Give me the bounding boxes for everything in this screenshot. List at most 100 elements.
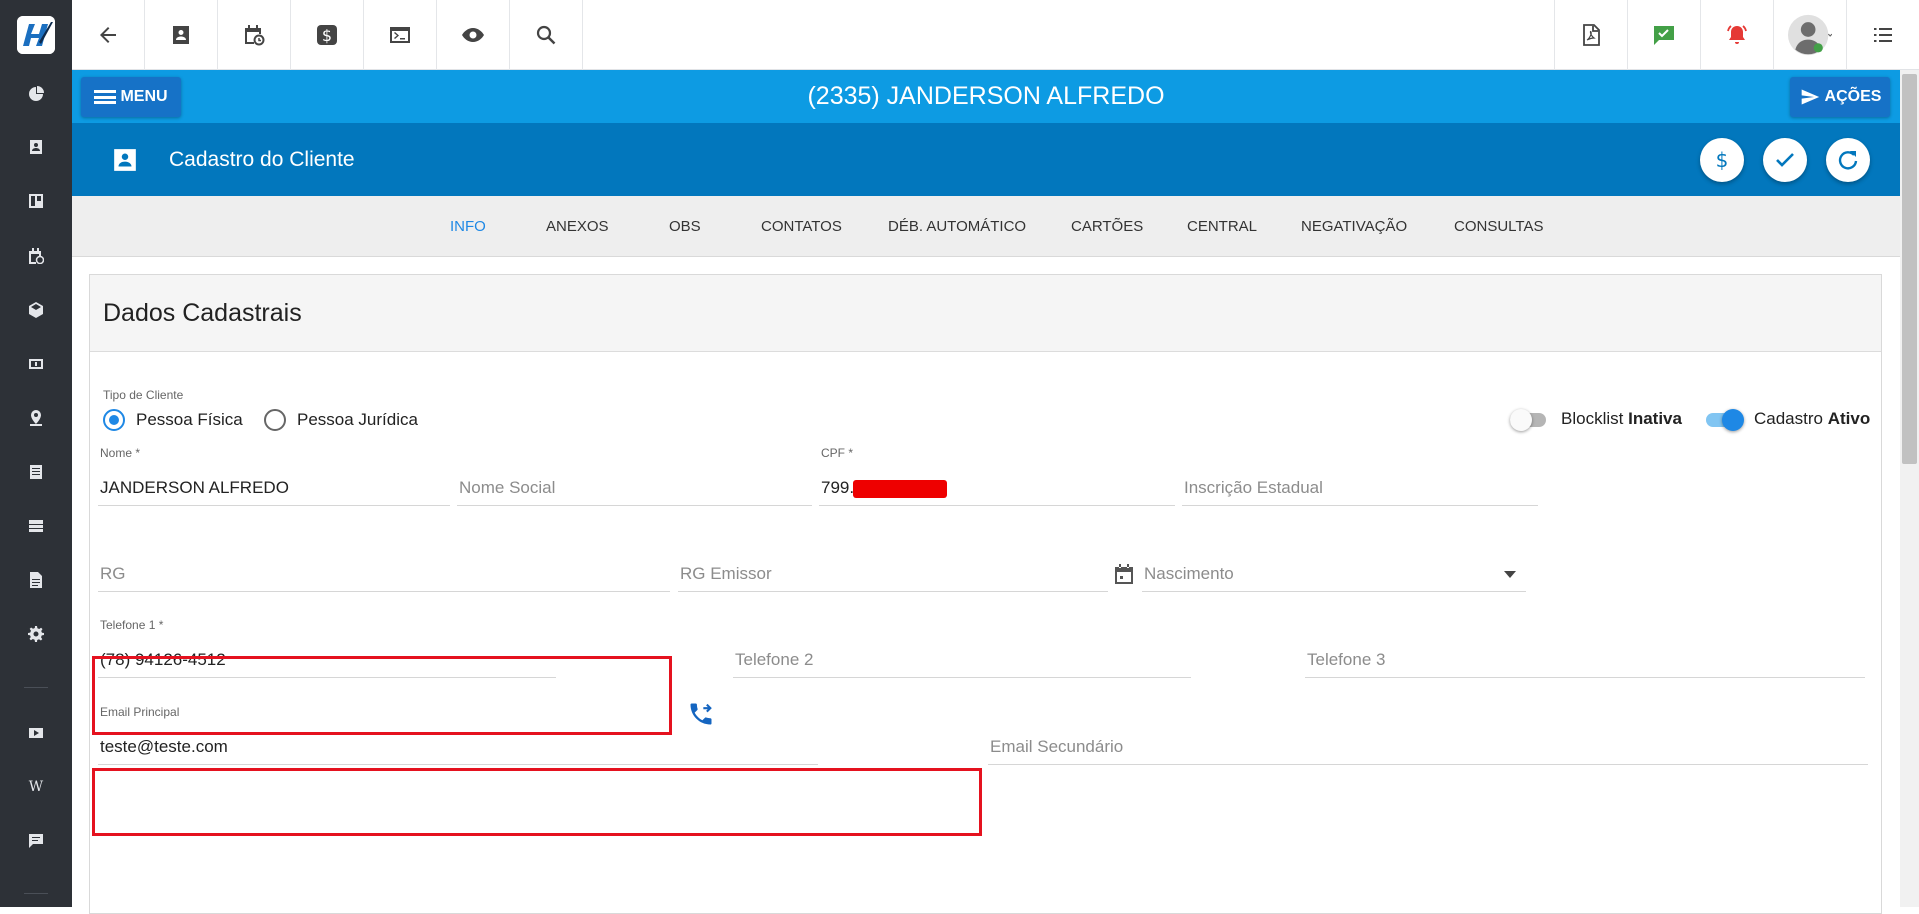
- terminal-icon[interactable]: [364, 0, 437, 70]
- tab-anexos[interactable]: ANEXOS: [546, 196, 609, 257]
- chat-icon[interactable]: [24, 829, 48, 853]
- cpf-field: CPF *: [819, 446, 1175, 506]
- svg-text:$: $: [322, 26, 332, 45]
- alarm-bell-icon[interactable]: [1700, 0, 1773, 70]
- contact-card-icon: [114, 149, 136, 171]
- pdf-icon[interactable]: [1554, 0, 1627, 70]
- section-title: Dados Cadastrais: [103, 299, 302, 327]
- email-secundario-input[interactable]: [988, 734, 1868, 760]
- toggle-knob: [1510, 409, 1532, 431]
- actions-button-label: AÇÕES: [1824, 88, 1882, 105]
- cadastro-toggle[interactable]: [1706, 408, 1744, 431]
- board-icon[interactable]: [24, 189, 48, 213]
- save-button[interactable]: [1763, 138, 1807, 182]
- contact-card-icon[interactable]: [145, 0, 218, 70]
- tab-negativacao[interactable]: NEGATIVAÇÃO: [1301, 196, 1407, 257]
- redaction-mark: [853, 480, 947, 498]
- tab-debito-automatico[interactable]: DÉB. AUTOMÁTICO: [888, 196, 1026, 257]
- hamburger-icon: [94, 90, 117, 104]
- contacts-icon[interactable]: [24, 135, 48, 159]
- section-header-title: Cadastro do Cliente: [169, 148, 355, 171]
- refresh-icon: [1838, 151, 1858, 170]
- nascimento-field: [1142, 532, 1526, 592]
- tab-consultas[interactable]: CONSULTAS: [1454, 196, 1543, 257]
- tab-obs[interactable]: OBS: [669, 196, 701, 257]
- page-title: (2335) JANDERSON ALFREDO: [807, 82, 1165, 110]
- dollar-icon[interactable]: $: [291, 0, 364, 70]
- rg-emissor-input[interactable]: [678, 561, 1108, 587]
- blocklist-state: Inativa: [1628, 409, 1682, 428]
- radio-pessoa-fisica[interactable]: [103, 409, 125, 431]
- box-icon[interactable]: [24, 298, 48, 322]
- top-toolbar: $: [72, 0, 1919, 70]
- email-principal-input[interactable]: [98, 734, 818, 760]
- eye-icon[interactable]: [437, 0, 510, 70]
- nome-social-input[interactable]: [457, 475, 812, 501]
- card-header: Dados Cadastrais: [90, 275, 1881, 352]
- dashboard-icon[interactable]: [24, 82, 48, 106]
- menu-button[interactable]: MENU: [81, 77, 181, 117]
- highlight-box-telefone: [92, 656, 672, 735]
- left-sidebar: W: [0, 0, 72, 907]
- rg-input[interactable]: [98, 561, 670, 587]
- cadastro-text: Cadastro: [1754, 409, 1823, 428]
- nome-label: Nome *: [100, 446, 141, 460]
- gear-icon[interactable]: [24, 622, 48, 646]
- back-arrow-icon[interactable]: [72, 0, 145, 70]
- radio-pessoa-juridica[interactable]: [264, 409, 286, 431]
- telefone2-input[interactable]: [733, 647, 1191, 673]
- send-icon: [1801, 89, 1819, 105]
- toggle-knob: [1722, 409, 1744, 431]
- rg-field: [98, 532, 670, 592]
- tab-info[interactable]: INFO: [450, 196, 486, 257]
- document-icon[interactable]: [24, 568, 48, 592]
- pessoa-juridica-label[interactable]: Pessoa Jurídica: [297, 410, 418, 430]
- menu-button-label: MENU: [120, 88, 168, 105]
- financial-button[interactable]: $: [1700, 138, 1744, 182]
- tab-central[interactable]: CENTRAL: [1187, 196, 1257, 257]
- inscricao-estadual-input[interactable]: [1182, 475, 1538, 501]
- svg-text:$: $: [1716, 148, 1729, 172]
- scrollbar-thumb[interactable]: [1902, 74, 1917, 464]
- page-scrollbar[interactable]: [1900, 70, 1919, 907]
- wiki-icon[interactable]: W: [24, 775, 48, 799]
- telefone3-field: [1305, 618, 1865, 678]
- sidebar-divider: [24, 893, 48, 894]
- location-icon[interactable]: [24, 406, 48, 430]
- dollar-icon: $: [1716, 148, 1729, 172]
- list-icon[interactable]: [24, 460, 48, 484]
- telefone3-input[interactable]: [1305, 647, 1865, 673]
- list-menu-icon[interactable]: [1846, 0, 1919, 70]
- nome-social-field: [457, 446, 812, 506]
- nome-input[interactable]: [98, 475, 450, 501]
- tipo-cliente-label: Tipo de Cliente: [103, 388, 184, 402]
- email-secundario-field: [988, 705, 1868, 765]
- sub-header: Cadastro do Cliente $: [72, 123, 1900, 196]
- logo-icon[interactable]: [17, 16, 55, 54]
- cpf-label: CPF *: [821, 446, 854, 460]
- tab-contatos[interactable]: CONTATOS: [761, 196, 842, 257]
- video-icon[interactable]: [24, 721, 48, 745]
- server-icon[interactable]: [24, 514, 48, 538]
- pessoa-fisica-label[interactable]: Pessoa Física: [136, 410, 243, 430]
- rg-emissor-field: [678, 532, 1108, 592]
- blocklist-label: Blocklist Inativa: [1561, 409, 1682, 429]
- cadastro-label: Cadastro Ativo: [1754, 409, 1870, 429]
- calendar-clock-icon[interactable]: [24, 244, 48, 268]
- chat-check-icon[interactable]: [1627, 0, 1700, 70]
- inscricao-estadual-field: [1182, 446, 1538, 506]
- calendar-clock-icon[interactable]: [218, 0, 291, 70]
- refresh-button[interactable]: [1826, 138, 1870, 182]
- chevron-down-icon[interactable]: [1504, 571, 1516, 579]
- nascimento-input[interactable]: [1142, 561, 1526, 587]
- tab-cartoes[interactable]: CARTÕES: [1071, 196, 1143, 257]
- blocklist-toggle[interactable]: [1510, 408, 1548, 431]
- search-icon[interactable]: [510, 0, 583, 70]
- money-icon[interactable]: [24, 352, 48, 376]
- wiki-glyph: W: [28, 779, 44, 795]
- check-icon: [1776, 153, 1794, 167]
- user-avatar-icon[interactable]: [1773, 0, 1846, 70]
- calendar-icon[interactable]: [1112, 562, 1136, 586]
- sidebar-divider: [24, 687, 48, 688]
- actions-button[interactable]: AÇÕES: [1790, 77, 1890, 117]
